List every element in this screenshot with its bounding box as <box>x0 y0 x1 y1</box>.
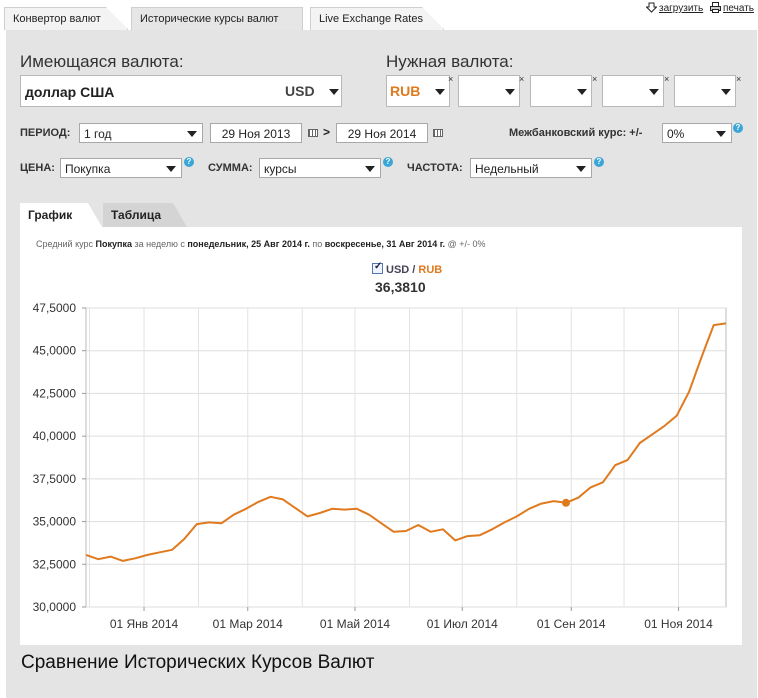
amount-select[interactable]: курсы <box>259 158 381 178</box>
chart-panel: Средний курс Покупка за неделю с понедел… <box>20 227 742 645</box>
frequency-value: Недельный <box>475 162 539 176</box>
calendar-icon[interactable] <box>433 129 443 137</box>
tab-table-label: Таблица <box>111 208 162 222</box>
frequency-label: ЧАСТОТА: <box>407 162 463 174</box>
top-tabs: Конвертор валют Исторические курсы валют… <box>0 0 758 30</box>
chevron-down-icon <box>187 131 197 137</box>
chevron-down-icon <box>166 166 176 172</box>
close-icon[interactable]: × <box>519 74 524 84</box>
main-panel: Имеющаяся валюта: доллар США USD Нужная … <box>6 30 757 698</box>
interbank-value: 0% <box>667 127 685 141</box>
help-icon[interactable]: ? <box>594 157 604 167</box>
y-tick-label: 45,0000 <box>33 344 77 358</box>
tab-live-rates-label: Live Exchange Rates <box>319 13 423 25</box>
price-label: ЦЕНА: <box>20 162 55 174</box>
x-tick-label: 01 Июл 2014 <box>427 617 498 631</box>
tab-converter-label: Конвертор валют <box>13 13 101 25</box>
chevron-down-icon <box>505 89 515 95</box>
y-tick-label: 32,5000 <box>33 557 77 571</box>
tab-cut <box>173 203 187 227</box>
x-tick-label: 01 Ноя 2014 <box>644 617 713 631</box>
x-tick-label: 01 Сен 2014 <box>537 617 606 631</box>
tab-converter[interactable]: Конвертор валют <box>4 7 128 30</box>
y-tick-label: 37,5000 <box>33 472 77 486</box>
close-icon[interactable]: × <box>592 74 597 84</box>
tab-corner <box>106 7 128 29</box>
y-tick-label: 40,0000 <box>33 429 77 443</box>
have-currency-name: доллар США <box>25 84 115 100</box>
need-currency-select-3[interactable] <box>530 75 592 107</box>
have-currency-code: USD <box>285 83 315 99</box>
need-currency-select-5[interactable] <box>674 75 736 107</box>
chevron-down-icon <box>716 131 726 137</box>
y-tick-label: 35,0000 <box>33 515 77 529</box>
highlight-point <box>562 498 570 507</box>
have-currency-select[interactable]: доллар США USD <box>20 75 342 107</box>
need-currency-select-4[interactable] <box>602 75 664 107</box>
interbank-select[interactable]: 0% <box>662 123 732 143</box>
close-icon[interactable]: × <box>736 74 741 84</box>
price-value: Покупка <box>65 162 111 176</box>
period-label: ПЕРИОД: <box>20 127 71 139</box>
date-from-input[interactable]: 29 Ноя 2013 <box>210 123 302 143</box>
interbank-label: Межбанковский курс: +/- <box>509 127 643 139</box>
tab-chart-label: График <box>28 208 73 222</box>
period-value: 1 год <box>84 127 112 141</box>
y-tick-label: 47,5000 <box>33 301 77 315</box>
print-link[interactable]: печать <box>723 3 754 14</box>
comparison-title: Сравнение Исторических Курсов Валют <box>21 652 375 673</box>
download-link[interactable]: загрузить <box>659 3 703 14</box>
need-currency-select-1[interactable]: RUB <box>386 75 450 107</box>
chevron-down-icon <box>721 89 731 95</box>
date-separator: > <box>323 125 331 139</box>
close-icon[interactable]: × <box>448 74 453 84</box>
price-select[interactable]: Покупка <box>60 158 182 178</box>
tab-chart[interactable]: График <box>20 203 102 227</box>
x-tick-label: 01 Май 2014 <box>320 617 391 631</box>
help-icon[interactable]: ? <box>733 123 743 133</box>
tab-table[interactable]: Таблица <box>103 203 187 227</box>
help-icon[interactable]: ? <box>383 157 393 167</box>
need-currency-select-2[interactable] <box>458 75 520 107</box>
amount-value: курсы <box>264 162 297 176</box>
tab-cut <box>88 203 102 227</box>
y-tick-label: 42,5000 <box>33 386 77 400</box>
chevron-down-icon <box>576 166 586 172</box>
chevron-down-icon <box>577 89 587 95</box>
print-icon[interactable] <box>710 2 721 13</box>
need-currency-code: RUB <box>390 83 421 99</box>
close-icon[interactable]: × <box>664 74 669 84</box>
chevron-down-icon <box>365 166 375 172</box>
chevron-down-icon <box>435 89 445 95</box>
period-select[interactable]: 1 год <box>79 123 203 143</box>
download-icon[interactable] <box>646 2 657 13</box>
tab-historical[interactable]: Исторические курсы валют <box>131 7 303 30</box>
need-currency-label: Нужная валюта: <box>386 52 514 71</box>
date-to-input[interactable]: 29 Ноя 2014 <box>336 123 428 143</box>
tab-historical-label: Исторические курсы валют <box>140 13 279 25</box>
help-icon[interactable]: ? <box>184 157 194 167</box>
have-currency-label: Имеющаяся валюта: <box>20 52 184 71</box>
chevron-down-icon <box>649 89 659 95</box>
date-from-value: 29 Ноя 2013 <box>221 127 291 141</box>
tab-live-rates[interactable]: Live Exchange Rates <box>310 7 444 30</box>
date-to-value: 29 Ноя 2014 <box>347 127 417 141</box>
tab-corner <box>422 7 444 29</box>
frequency-select[interactable]: Недельный <box>470 158 592 178</box>
line-chart: 30,0000 32,5000 35,0000 37,5000 40,0000 42,50… <box>33 301 727 631</box>
chevron-down-icon <box>329 89 339 95</box>
top-links: загрузить печать <box>646 2 754 14</box>
x-tick-label: 01 Мар 2014 <box>213 617 284 631</box>
x-tick-label: 01 Янв 2014 <box>110 617 179 631</box>
y-tick-label: 30,0000 <box>33 600 77 614</box>
amount-label: СУММА: <box>208 162 253 174</box>
calendar-icon[interactable] <box>308 129 318 137</box>
